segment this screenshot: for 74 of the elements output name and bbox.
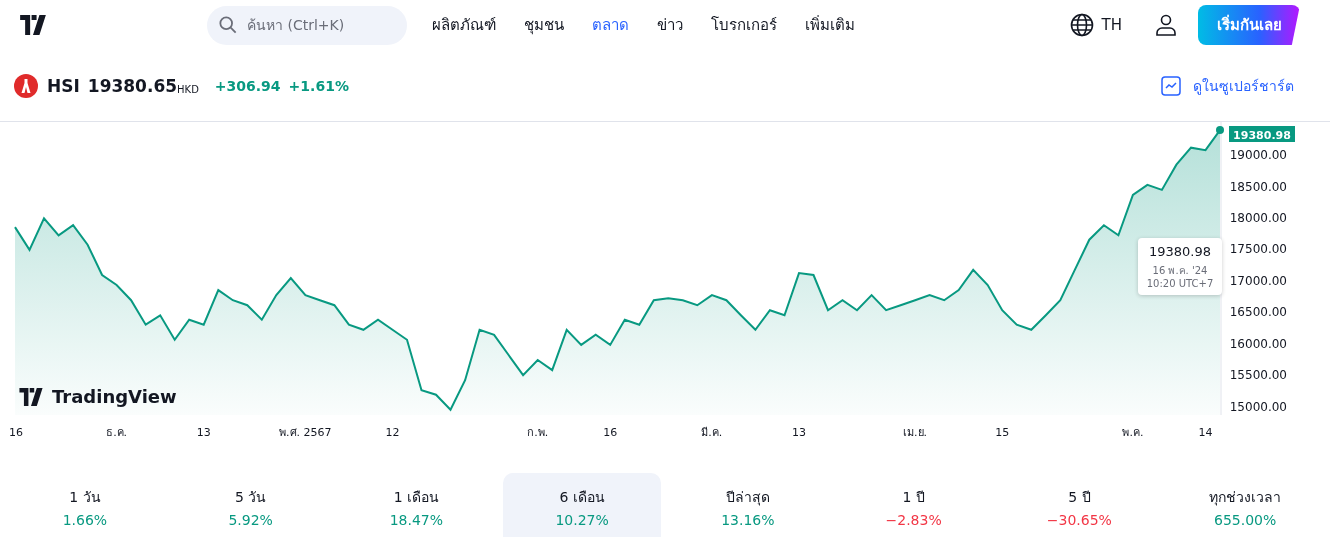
nav-link[interactable]: ชุมชน [513, 7, 575, 43]
period-label: ปีล่าสุด [725, 488, 770, 508]
period-label: 6 เดือน [559, 488, 605, 507]
last-point-dot [1216, 126, 1224, 135]
period-change: 18.47% [389, 512, 444, 528]
x-axis-label: 13 [196, 426, 211, 439]
x-axis-label: 13 [792, 426, 806, 439]
x-axis-label: มี.ค. [701, 426, 723, 439]
x-axis-label: เม.ย. [903, 426, 928, 439]
y-axis-label: 17000.00 [1229, 274, 1287, 288]
period-change: −30.65% [1046, 512, 1112, 528]
period-change: 1.66% [62, 512, 108, 528]
y-axis-label: 18500.00 [1229, 179, 1287, 194]
period-tab[interactable]: 1 วัน 1.66% [6, 473, 164, 537]
price-change: +306.94 [214, 77, 281, 94]
period-tab[interactable]: 6 เดือน 10.27% [503, 473, 661, 537]
get-started-button[interactable]: เริ่มกันเลย [1198, 5, 1300, 45]
y-axis-label: 15500.00 [1229, 368, 1287, 383]
price-change-percent: +1.61% [288, 77, 349, 94]
user-icon[interactable] [1154, 13, 1178, 37]
x-axis-label: พ.ค. [1122, 426, 1144, 439]
symbol-ticker: HSI [47, 75, 80, 96]
period-label: 5 วัน [234, 488, 267, 507]
y-axis-label: 15000.00 [1229, 400, 1287, 414]
x-axis-label: ธ.ค. [106, 426, 128, 439]
period-change: 10.27% [555, 512, 609, 528]
x-axis-label: 12 [385, 426, 400, 439]
nav-link[interactable]: ตลาด [581, 7, 640, 43]
x-axis-label: 16 [603, 426, 618, 439]
x-axis-label: 15 [995, 426, 1010, 439]
supercharts-link[interactable]: ดูในซูเปอร์ชาร์ต [1193, 74, 1294, 97]
period-tab[interactable]: 5 ปี −30.65% [1000, 473, 1159, 537]
period-label: 1 เดือน [393, 488, 440, 507]
period-tab[interactable]: 1 เดือน 18.47% [337, 473, 496, 537]
y-axis-label: 16500.00 [1229, 305, 1287, 320]
tooltip-time: 10:20 UTC+7 [1145, 278, 1215, 289]
period-label: 1 วัน [69, 488, 101, 507]
period-change: −2.83% [885, 512, 942, 528]
search-bar[interactable]: ค้นหา (Ctrl+K) [207, 5, 407, 45]
brand-name: TradingView [52, 386, 177, 407]
y-axis-label: 19000.00 [1229, 148, 1287, 162]
brand-logo[interactable]: TradingView [16, 386, 177, 407]
x-axis-label: ก.พ. [527, 426, 549, 439]
period-tab[interactable]: ทุกช่วงเวลา 655.00% [1166, 473, 1324, 537]
x-axis-label: พ.ศ. 2567 [279, 426, 332, 439]
y-axis-label: 17500.00 [1229, 242, 1287, 257]
period-change: 5.92% [228, 512, 273, 528]
period-tab[interactable]: ปีล่าสุด 13.16% [669, 473, 827, 537]
chart-icon[interactable] [1161, 75, 1181, 96]
period-change: 13.16% [721, 512, 775, 528]
tooltip-value: 19380.98 [1148, 244, 1212, 259]
price-value: 19380.65 [87, 75, 178, 96]
globe-icon [1069, 13, 1094, 37]
period-change: 655.00% [1213, 512, 1277, 528]
search-icon [219, 15, 237, 35]
period-tab[interactable]: 1 ปี −2.83% [834, 473, 993, 537]
nav-link[interactable]: ผลิตภัณฑ์ [421, 7, 507, 43]
x-axis-label: 14 [1198, 426, 1213, 439]
period-tab[interactable]: 5 วัน 5.92% [171, 473, 330, 537]
period-label: 5 ปี [1068, 488, 1091, 507]
nav-link[interactable]: เพิ่มเติม [794, 7, 866, 43]
nav-link[interactable]: โบรกเกอร์ [700, 7, 788, 43]
x-axis-label: 16 [9, 426, 23, 439]
last-price-label: 19380.98 [1229, 126, 1295, 142]
language-button[interactable]: TH [1069, 13, 1122, 37]
nav-link[interactable]: ข่าว [646, 7, 694, 43]
y-axis-label: 18000.00 [1229, 211, 1287, 225]
currency-label: HKD [177, 84, 199, 95]
tooltip-date: 16 พ.ค. '24 [1151, 264, 1209, 278]
period-label: ทุกช่วงเวลา [1209, 488, 1282, 508]
search-field[interactable]: ค้นหา (Ctrl+K) [245, 16, 395, 34]
period-label: 1 ปี [902, 488, 925, 507]
y-axis-label: 16000.00 [1229, 337, 1287, 351]
index-logo-icon [14, 73, 38, 98]
